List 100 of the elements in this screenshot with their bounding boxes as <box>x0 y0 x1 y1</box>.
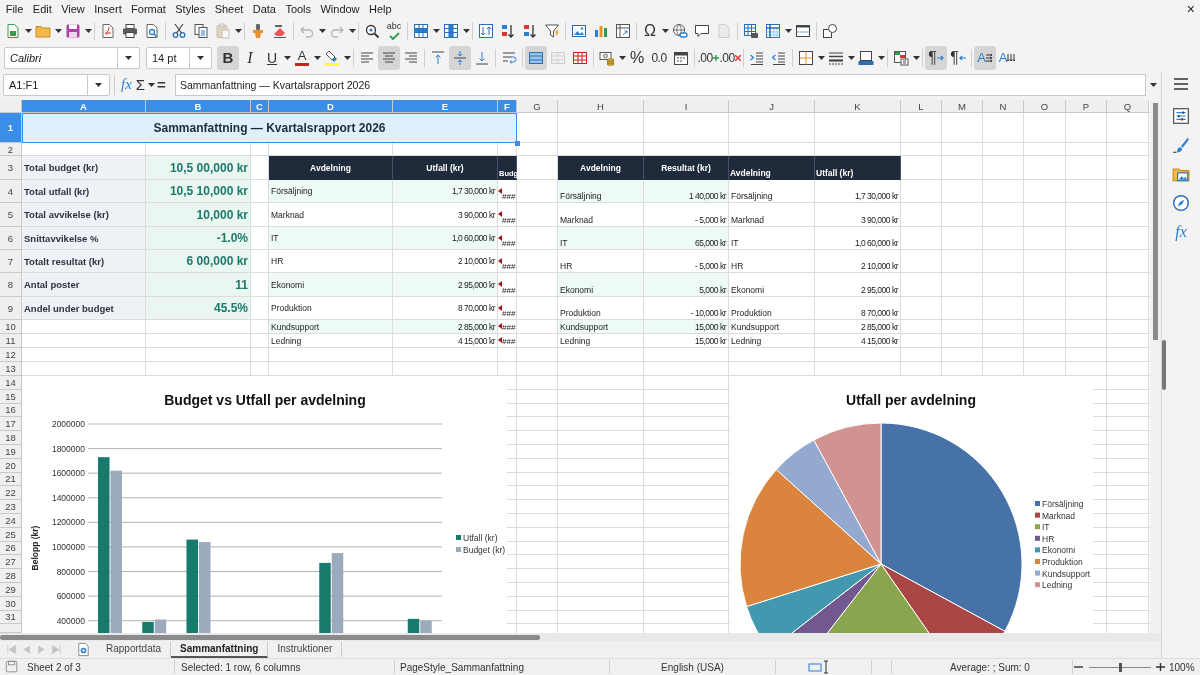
column-header[interactable]: Q <box>1107 100 1149 113</box>
close-document-button[interactable]: × <box>1186 2 1195 16</box>
caret-icon[interactable] <box>432 29 440 33</box>
name-box-field[interactable]: A1:F1 <box>3 73 110 96</box>
percent-button[interactable]: % <box>626 45 648 70</box>
image-folder-icon[interactable] <box>1172 165 1190 183</box>
column-header[interactable]: N <box>983 100 1024 113</box>
font-name-field[interactable]: Calibri <box>4 46 140 69</box>
zoom-in-icon[interactable] <box>1156 663 1165 671</box>
caret-icon[interactable] <box>1149 82 1157 87</box>
column-header[interactable]: H <box>558 100 644 113</box>
row-header[interactable]: 13 <box>0 362 22 376</box>
zoom-slider-thumb[interactable] <box>1118 662 1122 672</box>
caret-icon[interactable] <box>877 55 885 60</box>
spelling-button[interactable]: abc <box>383 20 405 42</box>
zoom-out-icon[interactable] <box>1074 663 1083 671</box>
menu-item[interactable]: Format <box>126 3 171 15</box>
number-format-button[interactable]: 0.0 <box>648 45 670 70</box>
formula-button[interactable]: = <box>155 77 168 92</box>
caret-icon[interactable] <box>95 82 102 87</box>
column-header[interactable]: G <box>517 100 558 113</box>
delete-decimal-button[interactable]: .00 <box>719 45 741 70</box>
row-header[interactable]: 22 <box>0 486 22 501</box>
caret-icon[interactable] <box>817 55 825 60</box>
row-header[interactable]: 28 <box>0 569 22 583</box>
caret-icon[interactable] <box>343 55 351 60</box>
caret-icon[interactable] <box>462 29 470 33</box>
row-header[interactable]: 6 <box>0 227 22 250</box>
row-header[interactable]: 3 <box>0 156 22 180</box>
merge-center-button[interactable] <box>525 45 547 70</box>
functions-button[interactable]: fx <box>1175 223 1187 241</box>
sum-button[interactable]: Σ <box>133 77 148 92</box>
caret-icon[interactable] <box>661 29 669 33</box>
add-sheet-icon[interactable] <box>76 642 91 657</box>
caret-icon[interactable] <box>197 55 204 60</box>
caret-icon[interactable] <box>234 29 242 33</box>
row-header[interactable]: 10 <box>0 320 22 334</box>
column-header[interactable]: O <box>1024 100 1066 113</box>
brush-icon[interactable] <box>1172 136 1190 154</box>
row-header[interactable]: 18 <box>0 431 22 445</box>
caret-icon[interactable] <box>348 29 356 33</box>
caret-icon[interactable] <box>54 29 62 33</box>
caret-icon[interactable] <box>313 55 321 60</box>
function-wizard-button[interactable]: fx <box>119 77 134 92</box>
row-header[interactable]: 2 <box>0 143 22 156</box>
fill-handle-icon[interactable] <box>515 141 520 146</box>
caret-icon[interactable] <box>84 29 92 33</box>
font-size-field[interactable]: 14 pt <box>146 46 212 69</box>
row-header[interactable]: 12 <box>0 348 22 362</box>
column-header[interactable]: L <box>901 100 942 113</box>
scrollbar-thumb[interactable] <box>0 634 540 640</box>
row-header[interactable]: 5 <box>0 203 22 227</box>
left-to-right-button[interactable]: ¶ <box>925 45 947 70</box>
sheet-tab[interactable]: Rapportdata <box>97 641 172 658</box>
row-header[interactable]: 14 <box>0 376 22 390</box>
caret-icon[interactable] <box>24 29 32 33</box>
row-header[interactable]: 11 <box>0 334 22 348</box>
sidebar-handle[interactable] <box>1162 340 1166 390</box>
row-header[interactable]: 17 <box>0 417 22 432</box>
caret-icon[interactable] <box>125 55 132 60</box>
menu-item[interactable]: Insert <box>89 3 127 15</box>
right-to-left-button[interactable]: ¶ <box>947 45 969 70</box>
menu-item[interactable]: Window <box>315 3 365 15</box>
add-decimal-button[interactable]: .00 <box>697 45 719 70</box>
row-header[interactable]: 8 <box>0 273 22 297</box>
menu-item[interactable]: Data <box>248 3 281 15</box>
bold-button[interactable]: B <box>217 45 239 70</box>
special-character-button[interactable]: Ω <box>639 20 661 42</box>
align-middle-button[interactable] <box>449 45 471 70</box>
caret-icon[interactable] <box>318 29 326 33</box>
menu-item[interactable]: Sheet <box>209 3 249 15</box>
caret-icon[interactable] <box>618 55 626 60</box>
menu-item[interactable]: Tools <box>280 3 316 15</box>
menu-item[interactable]: Styles <box>170 3 210 15</box>
column-header[interactable]: K <box>815 100 901 113</box>
caret-icon[interactable] <box>847 55 855 60</box>
row-header[interactable]: 27 <box>0 555 22 570</box>
column-header[interactable]: P <box>1066 100 1107 113</box>
sheet-tab[interactable]: Instruktioner <box>268 641 343 658</box>
column-header[interactable]: M <box>942 100 983 113</box>
menu-item[interactable]: Edit <box>28 3 57 15</box>
properties-icon[interactable] <box>1172 107 1190 125</box>
row-header[interactable]: 4 <box>0 180 22 203</box>
underline-button[interactable]: U <box>261 45 283 70</box>
selection-mode-icon[interactable] <box>808 660 829 674</box>
compass-icon[interactable] <box>1172 194 1190 212</box>
row-header[interactable]: 7 <box>0 250 22 273</box>
horizontal-scrollbar[interactable] <box>0 633 1161 641</box>
caret-icon[interactable] <box>912 55 920 60</box>
caret-icon[interactable] <box>147 82 155 87</box>
menu-icon[interactable] <box>1173 77 1189 91</box>
column-header[interactable]: J <box>729 100 815 113</box>
menu-item[interactable]: File <box>1 3 29 15</box>
formula-input-field[interactable]: Sammanfattning — Kvartalsrapport 2026 <box>174 73 1146 96</box>
menu-item[interactable]: Help <box>364 3 397 15</box>
italic-button[interactable]: I <box>239 45 261 70</box>
text-vertical-button[interactable]: A <box>996 45 1018 70</box>
caret-icon[interactable] <box>283 55 291 60</box>
font-color-button[interactable]: A <box>291 45 313 70</box>
row-header[interactable]: 9 <box>0 297 22 320</box>
